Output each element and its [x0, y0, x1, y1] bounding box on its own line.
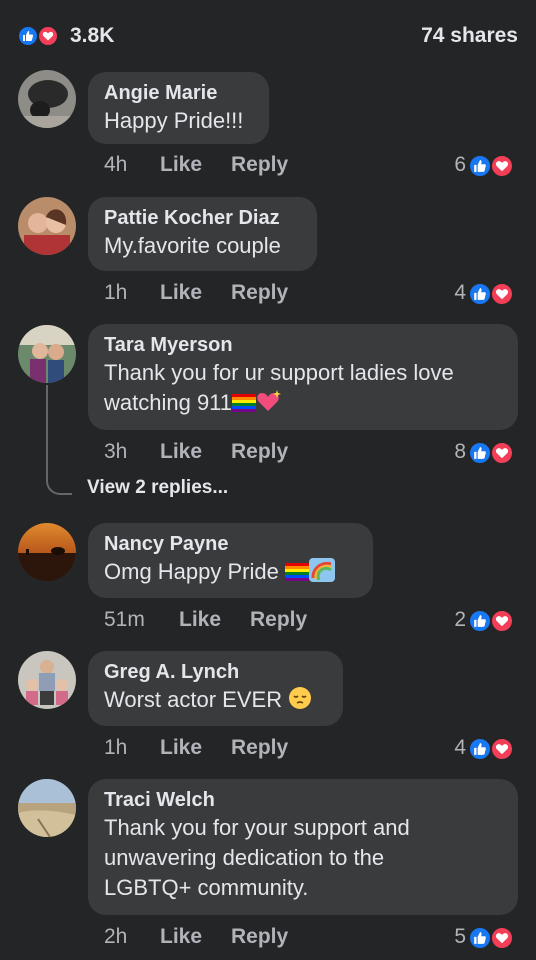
shares-count[interactable]: 74 shares — [421, 24, 518, 48]
love-icon — [490, 737, 514, 761]
like-button[interactable]: Like — [179, 608, 221, 632]
commenter-name[interactable]: Tara Myerson — [104, 332, 502, 358]
comment-time[interactable]: 51m — [104, 608, 145, 632]
reaction-count: 5 — [454, 925, 466, 948]
like-icon — [468, 282, 492, 306]
like-icon — [468, 926, 492, 950]
pensive-face-icon — [289, 687, 312, 709]
like-icon — [468, 737, 492, 761]
avatar[interactable] — [18, 197, 76, 255]
comment-time[interactable]: 4h — [104, 153, 127, 177]
reaction-count: 6 — [454, 153, 466, 176]
like-button[interactable]: Like — [160, 925, 202, 949]
like-icon — [17, 25, 39, 47]
comment-time[interactable]: 1h — [104, 736, 127, 760]
commenter-name[interactable]: Pattie Kocher Diaz — [104, 205, 301, 231]
sparkling-heart-icon — [257, 390, 282, 411]
reply-button[interactable]: Reply — [231, 153, 288, 177]
reaction-count[interactable]: 3.8K — [70, 24, 114, 48]
comment-reactions[interactable]: 4 — [438, 736, 518, 762]
rainbow-flag-icon — [284, 563, 309, 581]
reactions-summary-bar: 3.8K 74 shares — [0, 0, 536, 70]
commenter-name[interactable]: Nancy Payne — [104, 531, 357, 557]
reaction-count: 4 — [454, 281, 466, 304]
comment-bubble[interactable]: Angie Marie Happy Pride!!! — [88, 72, 269, 144]
comment-bubble[interactable]: Pattie Kocher Diaz My.favorite couple — [88, 197, 317, 271]
comment-time[interactable]: 3h — [104, 440, 127, 464]
avatar[interactable] — [18, 523, 76, 581]
comment-reactions[interactable]: 4 — [438, 281, 518, 307]
comment-text: Omg Happy Pride — [104, 557, 357, 587]
like-button[interactable]: Like — [160, 153, 202, 177]
rainbow-flag-icon — [232, 394, 257, 412]
comment-text: Worst actor EVER — [104, 685, 327, 715]
comment-reactions[interactable]: 8 — [438, 440, 518, 466]
commenter-name[interactable]: Traci Welch — [104, 787, 502, 813]
comment-bubble[interactable]: Traci Welch Thank you for your support a… — [88, 779, 518, 915]
reply-button[interactable]: Reply — [231, 281, 288, 305]
comment-bubble[interactable]: Greg A. Lynch Worst actor EVER — [88, 651, 343, 726]
comment-text: My.favorite couple — [104, 233, 281, 258]
reaction-count: 8 — [454, 440, 466, 463]
comment-reactions[interactable]: 5 — [438, 925, 518, 951]
view-replies-link[interactable]: View 2 replies... — [87, 477, 228, 499]
love-icon — [490, 282, 514, 306]
like-button[interactable]: Like — [160, 281, 202, 305]
avatar[interactable] — [18, 325, 76, 383]
love-icon — [490, 441, 514, 465]
commenter-name[interactable]: Angie Marie — [104, 80, 253, 106]
like-icon — [468, 154, 492, 178]
comment-reactions[interactable]: 2 — [438, 608, 518, 634]
comment-text: Thank you for ur support ladies love wat… — [104, 360, 454, 415]
rainbow-icon — [308, 558, 335, 582]
reply-button[interactable]: Reply — [231, 925, 288, 949]
comment-text: Happy Pride!!! — [104, 108, 244, 133]
like-button[interactable]: Like — [160, 736, 202, 760]
thread-line — [46, 385, 72, 495]
comment-bubble[interactable]: Nancy Payne Omg Happy Pride — [88, 523, 373, 598]
like-button[interactable]: Like — [160, 440, 202, 464]
love-icon — [490, 154, 514, 178]
reply-button[interactable]: Reply — [231, 440, 288, 464]
reply-button[interactable]: Reply — [231, 736, 288, 760]
comment-time[interactable]: 2h — [104, 925, 127, 949]
like-icon — [468, 609, 492, 633]
avatar[interactable] — [18, 779, 76, 837]
love-icon — [37, 25, 59, 47]
comment-text: Thank you for your support and unwaverin… — [104, 815, 410, 900]
reaction-count: 2 — [454, 608, 466, 631]
love-icon — [490, 926, 514, 950]
reaction-icons[interactable] — [17, 25, 67, 47]
reply-button[interactable]: Reply — [250, 608, 307, 632]
commenter-name[interactable]: Greg A. Lynch — [104, 659, 327, 685]
comment-bubble[interactable]: Tara Myerson Thank you for ur support la… — [88, 324, 518, 430]
avatar[interactable] — [18, 651, 76, 709]
reaction-count: 4 — [454, 736, 466, 759]
comment-time[interactable]: 1h — [104, 281, 127, 305]
avatar[interactable] — [18, 70, 76, 128]
comment-reactions[interactable]: 6 — [438, 153, 518, 179]
love-icon — [490, 609, 514, 633]
like-icon — [468, 441, 492, 465]
